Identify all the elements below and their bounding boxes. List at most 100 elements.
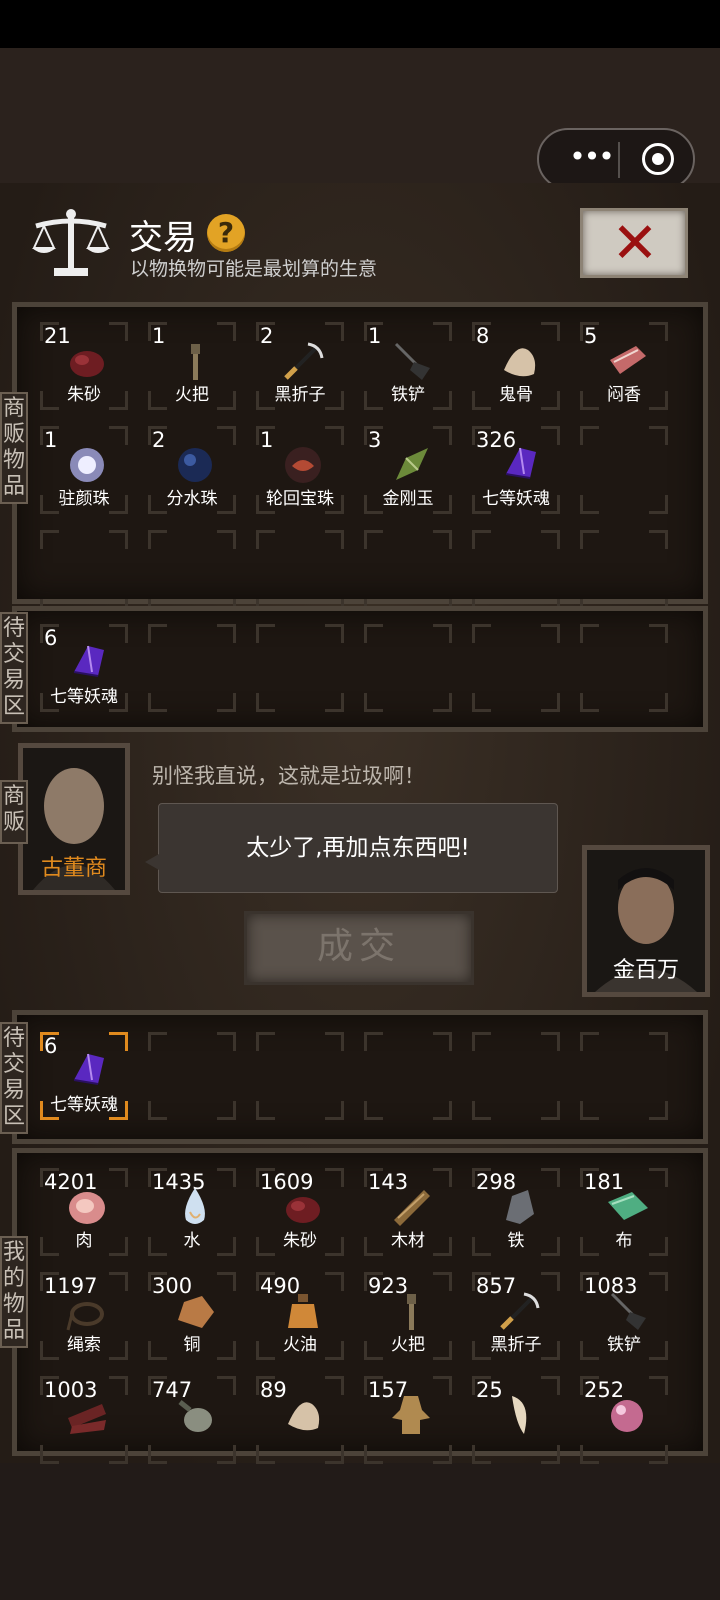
merchant-item-slot[interactable]: 3 金刚玉 <box>360 422 456 518</box>
item-name: 铁 <box>507 1231 525 1251</box>
item-count: 1 <box>368 324 382 348</box>
item-count: 2 <box>152 428 166 452</box>
my-item-slot[interactable]: 1003 <box>36 1372 132 1468</box>
item-name: 朱砂 <box>67 385 101 405</box>
empty-slot[interactable] <box>360 1028 456 1124</box>
merchant-items-label: 商贩物品 <box>0 392 28 504</box>
my-item-slot[interactable]: 300 铜 <box>144 1268 240 1364</box>
slot-frame <box>472 530 560 618</box>
my-item-slot[interactable]: 857 黑折子 <box>468 1268 564 1364</box>
bottom-area <box>0 1463 720 1600</box>
my-item-slot[interactable]: 1197 绳索 <box>36 1268 132 1364</box>
my-pending-label: 待交易区 <box>0 1022 28 1134</box>
my-item-slot[interactable]: 181 布 <box>576 1164 672 1260</box>
empty-slot[interactable] <box>144 620 240 716</box>
item-name: 七等妖魂 <box>482 489 550 509</box>
item-count: 1003 <box>44 1378 98 1402</box>
my-item-slot[interactable]: 1609 朱砂 <box>252 1164 348 1260</box>
empty-slot[interactable] <box>252 620 348 716</box>
slot-frame <box>148 530 236 618</box>
empty-slot[interactable] <box>252 1028 348 1124</box>
item-name: 分水珠 <box>166 489 218 509</box>
my-items-label: 我的物品 <box>0 1236 28 1348</box>
merchant-item-slot[interactable]: 2 分水珠 <box>144 422 240 518</box>
my-pending-item-slot[interactable]: 6 七等妖魂 <box>36 1028 132 1124</box>
slot-frame <box>148 1032 236 1120</box>
empty-slot[interactable] <box>576 1028 672 1124</box>
my-item-slot[interactable]: 143 木材 <box>360 1164 456 1260</box>
empty-slot[interactable] <box>468 620 564 716</box>
empty-slot[interactable] <box>360 620 456 716</box>
help-icon[interactable]: ? <box>207 214 245 252</box>
item-count: 143 <box>368 1170 409 1194</box>
item-name: 火油 <box>283 1335 317 1355</box>
item-name: 铜 <box>183 1335 201 1355</box>
my-item-slot[interactable]: 25 <box>468 1372 564 1468</box>
my-item-slot[interactable]: 298 铁 <box>468 1164 564 1260</box>
item-name: 驻颜珠 <box>58 489 110 509</box>
item-count: 326 <box>476 428 517 452</box>
merchant-item-slot[interactable]: 1 轮回宝珠 <box>252 422 348 518</box>
item-count: 4201 <box>44 1170 98 1194</box>
slot-frame <box>580 624 668 712</box>
item-count: 8 <box>476 324 490 348</box>
item-name: 鬼骨 <box>499 385 533 405</box>
slot-frame <box>364 530 452 618</box>
more-button[interactable]: ••• <box>561 140 621 178</box>
merchant-item-slot[interactable]: 1 铁铲 <box>360 318 456 414</box>
my-item-slot[interactable]: 1083 铁铲 <box>576 1268 672 1364</box>
my-item-slot[interactable]: 89 <box>252 1372 348 1468</box>
capsule-divider <box>618 142 620 178</box>
item-name: 布 <box>615 1231 633 1251</box>
fang-icon <box>512 1396 527 1434</box>
page-subtitle: 以物换物可能是最划算的生意 <box>130 258 378 280</box>
close-icon: ✕ <box>611 211 659 276</box>
close-mini-program-button[interactable] <box>642 143 674 175</box>
slot-frame <box>580 530 668 618</box>
torch-icon <box>191 344 200 380</box>
cinnabar-icon <box>70 351 104 377</box>
merchant-name: 古董商 <box>40 856 107 881</box>
item-count: 6 <box>44 1034 58 1058</box>
blue-pearl-icon <box>178 448 212 482</box>
empty-slot[interactable] <box>468 1028 564 1124</box>
my-item-slot[interactable]: 252 <box>576 1372 672 1468</box>
item-count: 252 <box>584 1378 625 1402</box>
slot-frame <box>364 624 452 712</box>
player-portrait[interactable]: 金百万 <box>582 845 710 997</box>
my-item-slot[interactable]: 1435 水 <box>144 1164 240 1260</box>
deal-button[interactable]: 成交 <box>244 911 474 985</box>
item-count: 181 <box>584 1170 625 1194</box>
my-item-slot[interactable]: 923 火把 <box>360 1268 456 1364</box>
merchant-portrait[interactable]: 古董商 <box>18 743 130 895</box>
merchant-item-slot[interactable]: 8 鬼骨 <box>468 318 564 414</box>
bone-icon <box>504 348 536 377</box>
merchant-item-slot[interactable]: 2 黑折子 <box>252 318 348 414</box>
slot-frame <box>256 530 344 618</box>
status-bar <box>0 0 720 48</box>
merchant-pending-item-slot[interactable]: 6 七等妖魂 <box>36 620 132 716</box>
empty-slot[interactable] <box>144 1028 240 1124</box>
my-item-slot[interactable]: 157 <box>360 1372 456 1468</box>
my-item-slot[interactable]: 747 <box>144 1372 240 1468</box>
item-name: 黑折子 <box>490 1335 542 1355</box>
slot-frame <box>580 426 668 514</box>
empty-slot[interactable] <box>576 620 672 716</box>
merchant-item-slot[interactable]: 21 朱砂 <box>36 318 132 414</box>
empty-slot[interactable] <box>576 422 672 518</box>
merchant-item-slot[interactable]: 5 闷香 <box>576 318 672 414</box>
slot-frame <box>40 530 128 618</box>
pickaxe-icon <box>284 342 324 380</box>
item-name: 闷香 <box>607 385 641 405</box>
my-item-slot[interactable]: 4201 肉 <box>36 1164 132 1260</box>
merchant-item-slot[interactable]: 1 驻颜珠 <box>36 422 132 518</box>
mini-program-capsule: ••• <box>537 128 695 190</box>
item-name: 朱砂 <box>283 1231 317 1251</box>
merchant-item-slot[interactable]: 326 七等妖魂 <box>468 422 564 518</box>
merchant-item-slot[interactable]: 1 火把 <box>144 318 240 414</box>
slot-frame <box>472 1032 560 1120</box>
item-count: 21 <box>44 324 71 348</box>
my-item-slot[interactable]: 490 火油 <box>252 1268 348 1364</box>
item-count: 3 <box>368 428 382 452</box>
close-button[interactable]: ✕ <box>580 208 688 278</box>
